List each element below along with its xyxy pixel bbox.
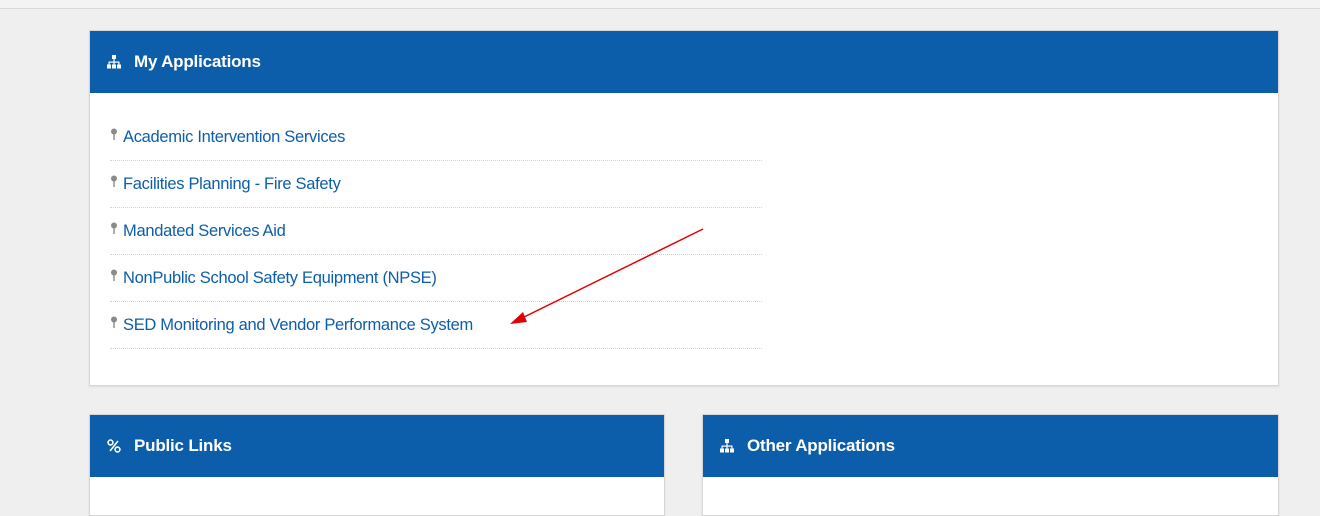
- list-item: SED Monitoring and Vendor Performance Sy…: [110, 302, 762, 349]
- pushpin-icon: [110, 222, 119, 240]
- other-applications-panel: Other Applications: [702, 414, 1279, 516]
- app-link-academic-intervention-services[interactable]: Academic Intervention Services: [123, 128, 345, 147]
- my-applications-list: Academic Intervention Services Facilitie…: [90, 93, 1278, 349]
- list-item: Facilities Planning - Fire Safety: [110, 161, 762, 208]
- sitemap-icon: [719, 438, 735, 454]
- my-applications-title: My Applications: [134, 52, 261, 71]
- other-applications-header: Other Applications: [703, 415, 1278, 477]
- pushpin-icon: [110, 128, 119, 146]
- pushpin-icon: [110, 316, 119, 334]
- my-applications-panel: My Applications Academic Intervention Se…: [89, 30, 1279, 386]
- my-applications-header: My Applications: [90, 31, 1278, 93]
- pushpin-icon: [110, 175, 119, 193]
- pushpin-icon: [110, 269, 119, 287]
- other-applications-title: Other Applications: [747, 436, 895, 455]
- list-item: Academic Intervention Services: [110, 114, 762, 161]
- list-item: NonPublic School Safety Equipment (NPSE): [110, 255, 762, 302]
- link-icon: [106, 438, 122, 454]
- list-item: Mandated Services Aid: [110, 208, 762, 255]
- public-links-panel: Public Links: [89, 414, 665, 516]
- sitemap-icon: [106, 54, 122, 70]
- app-link-sed-monitoring-vendor-performance[interactable]: SED Monitoring and Vendor Performance Sy…: [123, 316, 473, 335]
- top-divider: [0, 0, 1320, 9]
- app-link-nonpublic-school-safety-equipment[interactable]: NonPublic School Safety Equipment (NPSE): [123, 269, 437, 288]
- app-link-facilities-planning-fire-safety[interactable]: Facilities Planning - Fire Safety: [123, 175, 341, 194]
- public-links-title: Public Links: [134, 436, 232, 455]
- public-links-header: Public Links: [90, 415, 664, 477]
- app-link-mandated-services-aid[interactable]: Mandated Services Aid: [123, 222, 286, 241]
